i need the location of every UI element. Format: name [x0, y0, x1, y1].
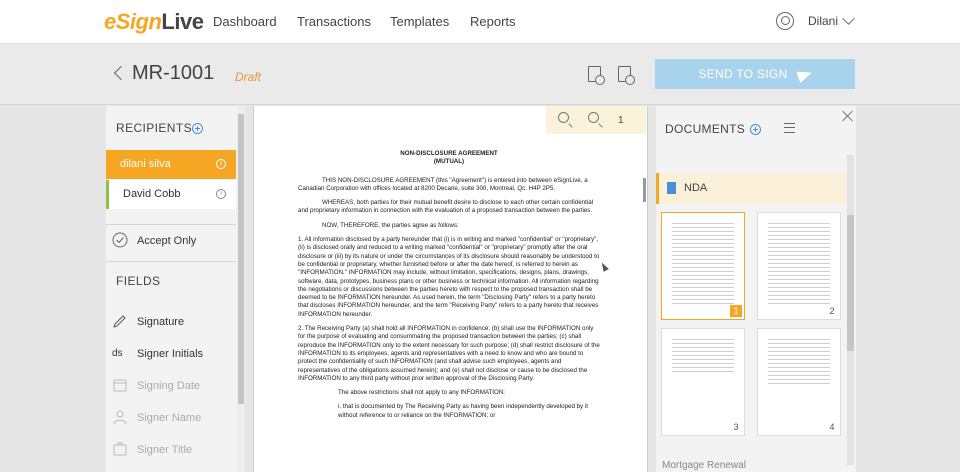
document-item-nda[interactable]: NDA — [656, 173, 846, 204]
top-nav: eSignLive Dashboard Transactions Templat… — [0, 0, 960, 44]
doc-paragraph: The above restrictions shall not apply t… — [338, 389, 506, 397]
page-thumbnail[interactable]: 4 — [757, 328, 841, 436]
list-icon[interactable] — [784, 123, 795, 133]
esignlive-logo[interactable]: eSignLive — [104, 9, 204, 35]
add-recipient-icon[interactable] — [192, 123, 203, 134]
info-icon[interactable]: i — [216, 189, 226, 199]
file-icon — [667, 182, 676, 194]
doc-paragraph: 2. The Receiving Party (a) shall hold al… — [298, 325, 600, 382]
document-add-icon[interactable] — [618, 66, 635, 85]
user-avatar-icon[interactable] — [776, 12, 794, 30]
info-icon[interactable]: i — [216, 159, 226, 169]
doc-subtitle: (MUTUAL) — [433, 158, 465, 166]
zoom-in-icon[interactable] — [558, 112, 569, 123]
divider — [106, 261, 236, 262]
doc-paragraph: WHEREAS, both parties for their mutual b… — [298, 199, 594, 215]
page-thumbnail[interactable]: 2 — [757, 212, 841, 320]
page-thumbnail[interactable]: 1 — [661, 212, 745, 320]
transaction-title: MR-1001 — [132, 62, 215, 84]
doc-paragraph: NOW, THEREFORE, the parties agree as fol… — [322, 221, 459, 229]
pen-icon — [113, 315, 126, 328]
close-icon[interactable] — [842, 110, 854, 122]
document-viewer[interactable]: 1 NON-DISCLOSURE AGREEMENT (MUTUAL) THIS… — [253, 106, 648, 472]
document-settings-icon[interactable] — [588, 66, 605, 85]
left-scrollbar[interactable] — [237, 106, 245, 472]
documents-scrollbar-thumb[interactable] — [847, 215, 854, 351]
recipient-item[interactable]: David Cobb i — [106, 180, 236, 209]
left-panel: RECIPIENTS dilani silva i David Cobb i A… — [106, 106, 237, 472]
doc-paragraph: 1. All information disclosed by a party … — [298, 236, 600, 318]
nav-templates[interactable]: Templates — [390, 14, 449, 29]
nav-reports[interactable]: Reports — [470, 14, 516, 29]
calendar-icon — [113, 379, 127, 392]
add-document-icon[interactable] — [750, 124, 761, 135]
page-number: 1 — [618, 115, 624, 126]
zoom-toolbar: 1 — [546, 106, 646, 134]
initials-icon: ds — [112, 348, 123, 359]
document-item-next[interactable]: Mortgage Renewal — [662, 460, 746, 471]
title-icon — [113, 442, 127, 456]
check-circle-icon — [112, 232, 128, 248]
recipients-title: RECIPIENTS — [116, 121, 193, 135]
chevron-down-icon[interactable] — [842, 12, 855, 25]
documents-title: DOCUMENTS — [665, 122, 746, 136]
doc-paragraph: THIS NON-DISCLOSURE AGREEMENT (this "Agr… — [298, 176, 588, 192]
nav-transactions[interactable]: Transactions — [297, 14, 371, 29]
nav-dashboard[interactable]: Dashboard — [213, 14, 277, 29]
divider — [106, 224, 236, 225]
fields-title: FIELDS — [116, 274, 161, 288]
status-badge: Draft — [235, 70, 262, 84]
doc-title: NON-DISCLOSURE AGREEMENT — [400, 150, 498, 157]
documents-scrollbar[interactable] — [847, 155, 854, 465]
paper-plane-icon — [795, 66, 814, 83]
transaction-header: MR-1001 Draft SEND TO SIGN — [0, 44, 960, 105]
document-page: NON-DISCLOSURE AGREEMENT (MUTUAL) THIS N… — [298, 150, 600, 426]
back-arrow-icon[interactable] — [113, 65, 129, 81]
doc-paragraph: i. that is documented by The Receiving P… — [338, 403, 588, 419]
zoom-out-icon[interactable] — [588, 112, 599, 123]
user-name[interactable]: Dilani — [808, 14, 838, 28]
left-scrollbar-thumb[interactable] — [238, 114, 244, 404]
document-scrollbar-thumb[interactable] — [643, 178, 646, 202]
recipient-item[interactable]: dilani silva i — [106, 150, 236, 179]
person-icon — [113, 410, 127, 425]
send-to-sign-button[interactable]: SEND TO SIGN — [655, 59, 855, 89]
page-thumbnail[interactable]: 3 — [661, 328, 745, 436]
